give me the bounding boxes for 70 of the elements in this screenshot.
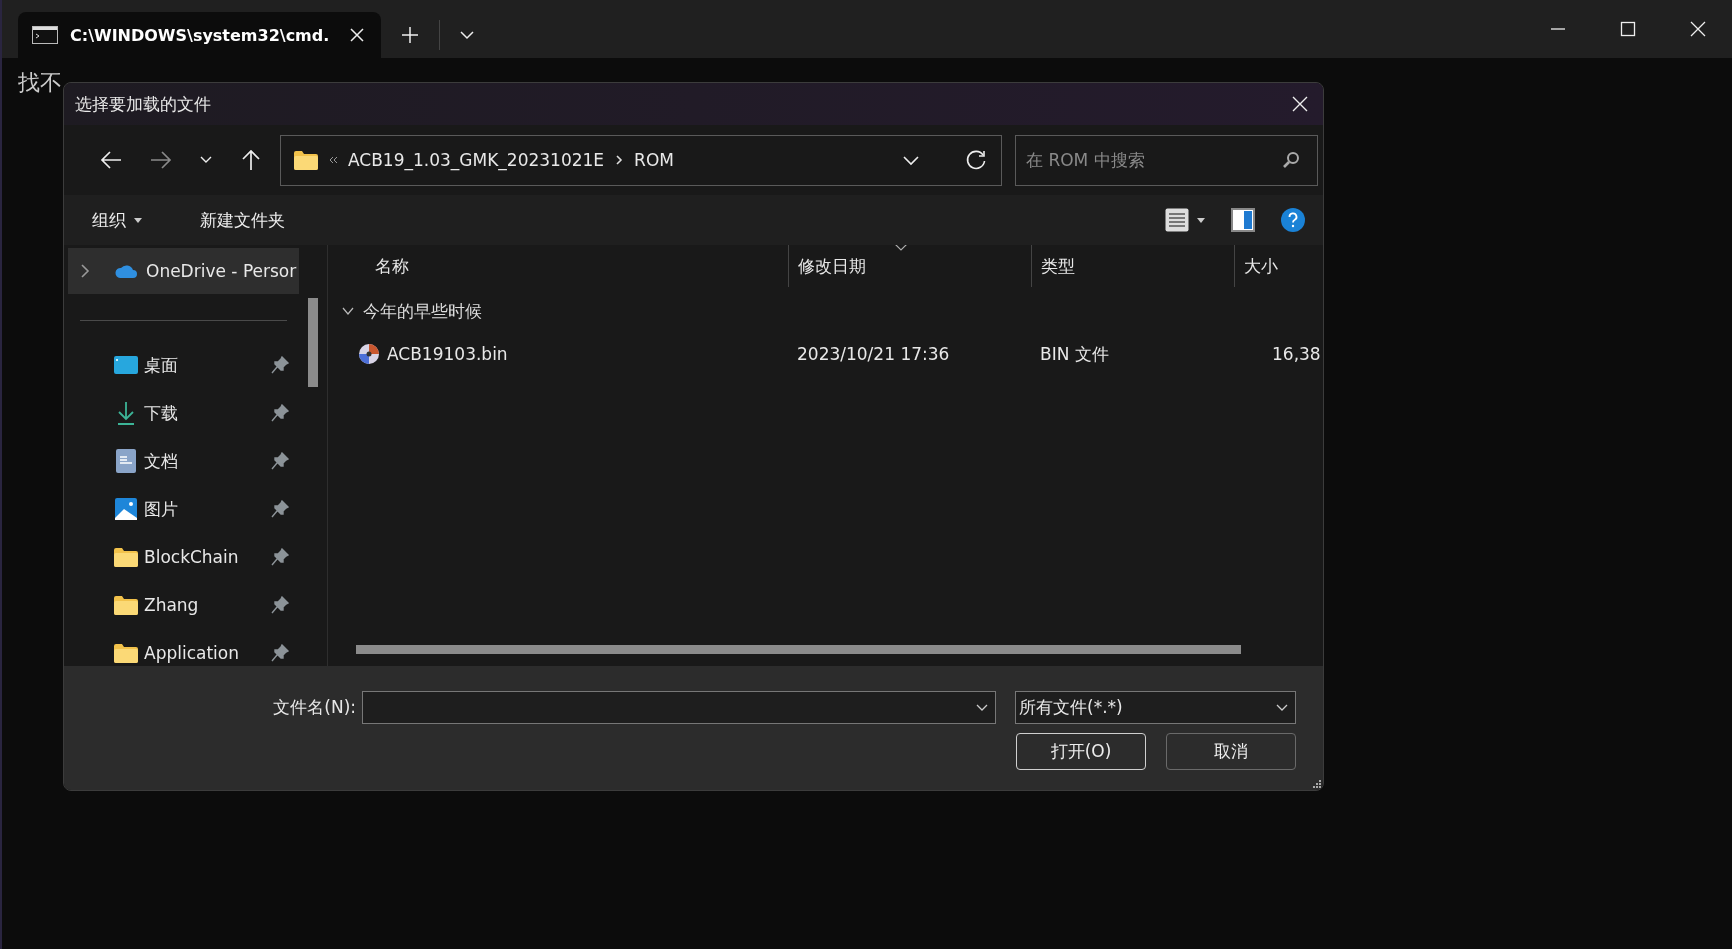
close-icon[interactable] <box>349 27 366 43</box>
table-cell: 2023/10/21 17:36 <box>797 344 950 364</box>
download-icon <box>115 401 137 425</box>
resize-grip-icon[interactable] <box>1311 778 1321 788</box>
nav-item[interactable]: OneDrive - Persor <box>68 248 299 294</box>
column-header[interactable]: 大小 <box>1234 245 1323 287</box>
nav-item[interactable]: Zhang <box>68 581 299 629</box>
dialog-button[interactable]: 取消 <box>1166 733 1296 770</box>
breadcrumb[interactable]: ACB19_1.03_GMK_20231021E <box>348 150 605 170</box>
disc-file-icon <box>358 343 380 365</box>
table-cell: 16,38 <box>1272 344 1321 364</box>
pin-icon[interactable] <box>271 644 289 662</box>
help-icon[interactable] <box>1281 208 1305 232</box>
pin-icon[interactable] <box>271 596 289 614</box>
caret-icon <box>134 217 142 223</box>
pin-icon[interactable] <box>271 356 289 374</box>
dialog-button[interactable]: 打开(O) <box>1016 733 1146 770</box>
nav-item[interactable]: BlockChain <box>68 533 299 581</box>
console-icon <box>32 26 58 44</box>
cloud-icon <box>114 263 138 279</box>
folder-icon <box>114 643 138 663</box>
column-header[interactable]: 修改日期 <box>788 245 1031 287</box>
overflow-chevrons-icon[interactable] <box>328 155 338 165</box>
nav-item[interactable]: 下载 <box>68 389 299 437</box>
picture-icon <box>115 498 137 520</box>
console-output: 找不 <box>18 70 62 95</box>
forward-icon[interactable] <box>150 150 172 170</box>
back-icon[interactable] <box>100 150 122 170</box>
address-bar[interactable]: ACB19_1.03_GMK_20231021E ROM <box>280 134 1002 186</box>
folder-icon <box>114 595 138 615</box>
desktop-icon <box>114 355 138 375</box>
document-icon <box>116 449 136 473</box>
file-type-dropdown[interactable]: 所有文件(*.*) <box>1015 691 1296 724</box>
nav-item[interactable]: 文档 <box>68 437 299 485</box>
folder-icon <box>114 547 138 567</box>
close-icon[interactable] <box>1291 95 1309 113</box>
maximize-icon[interactable] <box>1618 19 1638 39</box>
table-cell: BIN 文件 <box>1040 343 1109 364</box>
pin-icon[interactable] <box>271 452 289 470</box>
pin-icon[interactable] <box>271 500 289 518</box>
search-icon[interactable] <box>1282 150 1300 169</box>
refresh-icon[interactable] <box>965 149 987 171</box>
pin-icon[interactable] <box>271 404 289 422</box>
nav-item[interactable]: 图片 <box>68 485 299 533</box>
file-name-field[interactable] <box>362 691 996 724</box>
file-name-label: 文件名(N): <box>272 696 356 719</box>
expand-chevron-icon[interactable] <box>80 263 90 279</box>
terminal-tab[interactable]: C:\WINDOWS\system32\cmd. <box>18 12 382 58</box>
new-folder-button[interactable]: 新建文件夹 <box>192 204 293 236</box>
dialog-title: 选择要加载的文件 <box>75 92 212 116</box>
nav-item[interactable]: 桌面 <box>68 341 299 389</box>
up-icon[interactable] <box>241 149 261 171</box>
scrollbar-thumb[interactable] <box>308 298 318 387</box>
breadcrumb-separator-icon <box>614 154 625 166</box>
column-header[interactable]: 名称 <box>356 245 788 287</box>
organize-menu[interactable]: 组织 <box>84 204 150 236</box>
caret-icon[interactable] <box>1197 217 1205 223</box>
column-header[interactable]: 类型 <box>1031 245 1234 287</box>
group-header[interactable]: 今年的早些时候 <box>341 293 488 329</box>
preview-pane-icon[interactable] <box>1231 208 1255 232</box>
breadcrumb[interactable]: ROM <box>634 150 674 170</box>
file-name[interactable]: ACB19103.bin <box>356 343 508 365</box>
folder-icon <box>294 150 318 170</box>
nav-item[interactable]: Application <box>68 629 299 666</box>
search-field[interactable]: 在 ROM 中搜索 <box>1015 134 1318 186</box>
close-icon[interactable] <box>1688 19 1708 39</box>
scrollbar-thumb[interactable] <box>356 645 1241 654</box>
pin-icon[interactable] <box>271 548 289 566</box>
view-list-icon[interactable] <box>1165 208 1189 232</box>
tab-title: C:\WINDOWS\system32\cmd. <box>70 25 330 45</box>
